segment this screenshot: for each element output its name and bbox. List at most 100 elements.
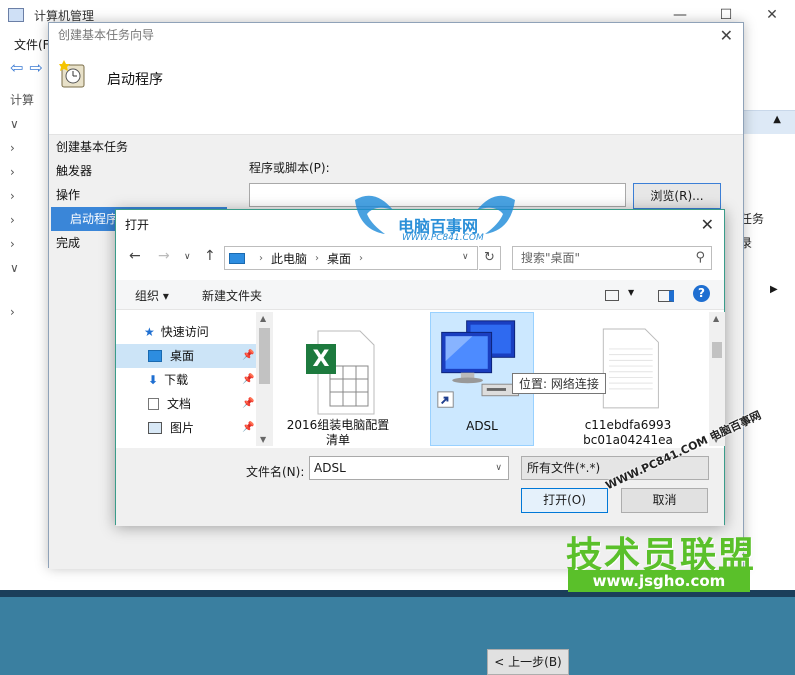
file-list: X 2016组装电脑配置清单 ADSL c11ebdfa6993bc01a042… [276, 312, 708, 446]
close-icon[interactable]: ✕ [720, 26, 733, 45]
back-button[interactable]: < 上一步(B) [487, 649, 569, 675]
forward-arrow-icon[interactable]: ⇨ [29, 58, 42, 77]
cm-tree-expander[interactable]: ∨ [10, 256, 50, 280]
up-arrow-icon[interactable]: ↑ [204, 248, 216, 264]
wizard-step: 触发器 [56, 164, 93, 178]
scroll-thumb[interactable] [259, 328, 270, 384]
scroll-up-icon[interactable]: ▲ [260, 314, 266, 323]
search-icon[interactable]: ⚲ [695, 247, 705, 269]
cm-tree-expander[interactable]: › [10, 184, 50, 208]
this-pc-icon [229, 252, 245, 264]
help-icon[interactable]: ? [693, 285, 710, 302]
nav-scrollbar[interactable]: ▲ ▼ [256, 312, 273, 446]
picture-icon [148, 422, 162, 434]
expand-right-icon[interactable]: ▶ [770, 284, 778, 295]
pin-icon[interactable]: 📌 [242, 416, 254, 440]
close-icon[interactable]: ✕ [749, 0, 795, 30]
clock-task-icon [59, 60, 85, 88]
nav-item-documents[interactable]: 文档 📌 [116, 392, 256, 416]
search-input[interactable]: 搜索"桌面" ⚲ [512, 246, 712, 270]
file-label: ADSL [466, 419, 498, 433]
excel-icon: X [306, 330, 375, 415]
new-folder-button[interactable]: 新建文件夹 [202, 287, 262, 304]
search-placeholder: 搜索"桌面" [521, 251, 581, 265]
svg-text:X: X [313, 347, 330, 372]
back-arrow-icon[interactable]: ⇦ [10, 58, 23, 77]
chevron-down-icon[interactable]: ▼ [628, 288, 634, 297]
breadcrumb-item[interactable]: 桌面 [327, 250, 351, 267]
filename-label: 文件名(N): [246, 465, 305, 479]
chevron-right-icon[interactable]: › [259, 253, 263, 264]
cm-actions-header[interactable]: ▲ [744, 110, 795, 134]
wizard-title: 创建基本任务向导 [58, 28, 155, 42]
cm-tree: 计算 ∨ › › › › › ∨ › [10, 88, 50, 324]
pin-icon[interactable]: 📌 [242, 368, 254, 392]
nav-item-label: 桌面 [170, 349, 195, 363]
breadcrumb-item[interactable]: 此电脑 [271, 250, 307, 267]
wizard-header-title: 启动程序 [107, 72, 163, 88]
nav-item-label: 下载 [164, 373, 189, 387]
chevron-right-icon[interactable]: › [315, 253, 319, 264]
refresh-icon[interactable]: ↻ [479, 246, 501, 270]
nav-item-quick-access[interactable]: ★ 快速访问 [116, 320, 256, 344]
chevron-right-icon[interactable]: › [359, 253, 363, 264]
chevron-down-icon[interactable]: ∨ [495, 457, 502, 479]
desktop-icon [148, 350, 162, 362]
blank-file-icon [602, 328, 659, 409]
collapse-up-icon[interactable]: ▲ [773, 114, 781, 125]
jsgho-url-watermark: www.jsgho.com [568, 570, 750, 592]
pc841-logo-url: WWW.PC841.COM [402, 233, 484, 243]
nav-item-label: 文档 [167, 397, 192, 411]
file-label: 2016组装电脑配置清单 [286, 418, 390, 446]
pin-icon[interactable]: 📌 [242, 344, 254, 368]
pin-icon[interactable]: 📌 [242, 392, 254, 416]
cm-tree-expander[interactable]: › [10, 160, 50, 184]
chevron-down-icon[interactable]: ∨ [462, 252, 469, 262]
wizard-header: 启动程序 [49, 49, 743, 135]
nav-item-desktop[interactable]: 桌面 📌 [116, 344, 256, 368]
filename-input[interactable]: ADSL ∨ [309, 456, 509, 480]
scroll-up-icon[interactable]: ▲ [713, 314, 719, 323]
nav-item-label: 图片 [170, 421, 195, 435]
document-icon [148, 398, 159, 410]
cm-menu-file[interactable]: 文件(F [14, 36, 50, 53]
program-input[interactable] [249, 183, 626, 207]
open-button[interactable]: 打开(O) [521, 488, 608, 513]
nav-item-pictures[interactable]: 图片 📌 [116, 416, 256, 440]
cm-tree-root[interactable]: 计算 [10, 88, 50, 112]
scroll-down-icon[interactable]: ▼ [260, 435, 266, 444]
cm-tree-expander[interactable]: › [10, 136, 50, 160]
wizard-step: 操作 [56, 188, 81, 202]
back-arrow-icon[interactable]: ← [129, 248, 141, 264]
address-bar-row: ← → ∨ ↑ › 此电脑 › 桌面 › ∨ ↻ 搜索"桌面" ⚲ [116, 244, 724, 274]
file-label: c11ebdfa6993bc01a04241ea00 [583, 418, 673, 446]
view-options-icon[interactable] [605, 290, 619, 301]
cm-tree-expander[interactable]: › [10, 300, 50, 324]
cm-tree-expander[interactable]: ∨ [10, 112, 50, 136]
cm-tree-spacer [10, 280, 50, 300]
navigation-pane: ★ 快速访问 桌面 📌 ⬇ 下载 📌 文档 📌 图片 📌 [116, 312, 273, 446]
recent-dropdown-icon[interactable]: ∨ [184, 252, 191, 262]
command-bar: 组织 ▾ 新建文件夹 ▼ ? [116, 280, 724, 310]
star-icon: ★ [144, 325, 155, 339]
nav-item-downloads[interactable]: ⬇ 下载 📌 [116, 368, 256, 392]
forward-arrow-icon[interactable]: → [158, 248, 170, 264]
cm-title: 计算机管理 [34, 8, 95, 23]
network-shortcut-icon [437, 320, 519, 408]
filename-value: ADSL [314, 461, 346, 475]
location-tooltip: 位置: 网络连接 [512, 373, 606, 394]
organize-button[interactable]: 组织 ▾ [135, 287, 169, 304]
cm-toolbar: ⇦ ⇨ [10, 58, 43, 77]
address-box[interactable]: › 此电脑 › 桌面 › [224, 246, 478, 270]
dialog-bottom-bar: 文件名(N): ADSL ∨ 所有文件(*.*) 打开(O) 取消 [116, 448, 724, 526]
browse-button[interactable]: 浏览(R)... [633, 183, 721, 209]
computer-management-icon [8, 8, 24, 22]
scroll-thumb[interactable] [712, 342, 722, 358]
cm-tree-expander[interactable]: › [10, 208, 50, 232]
close-icon[interactable]: ✕ [701, 215, 714, 234]
program-label: 程序或脚本(P): [249, 161, 330, 175]
cm-tree-expander[interactable]: › [10, 232, 50, 256]
preview-pane-icon[interactable] [658, 290, 674, 302]
cancel-button[interactable]: 取消 [621, 488, 708, 513]
file-item[interactable]: X 2016组装电脑配置清单 [286, 312, 390, 446]
